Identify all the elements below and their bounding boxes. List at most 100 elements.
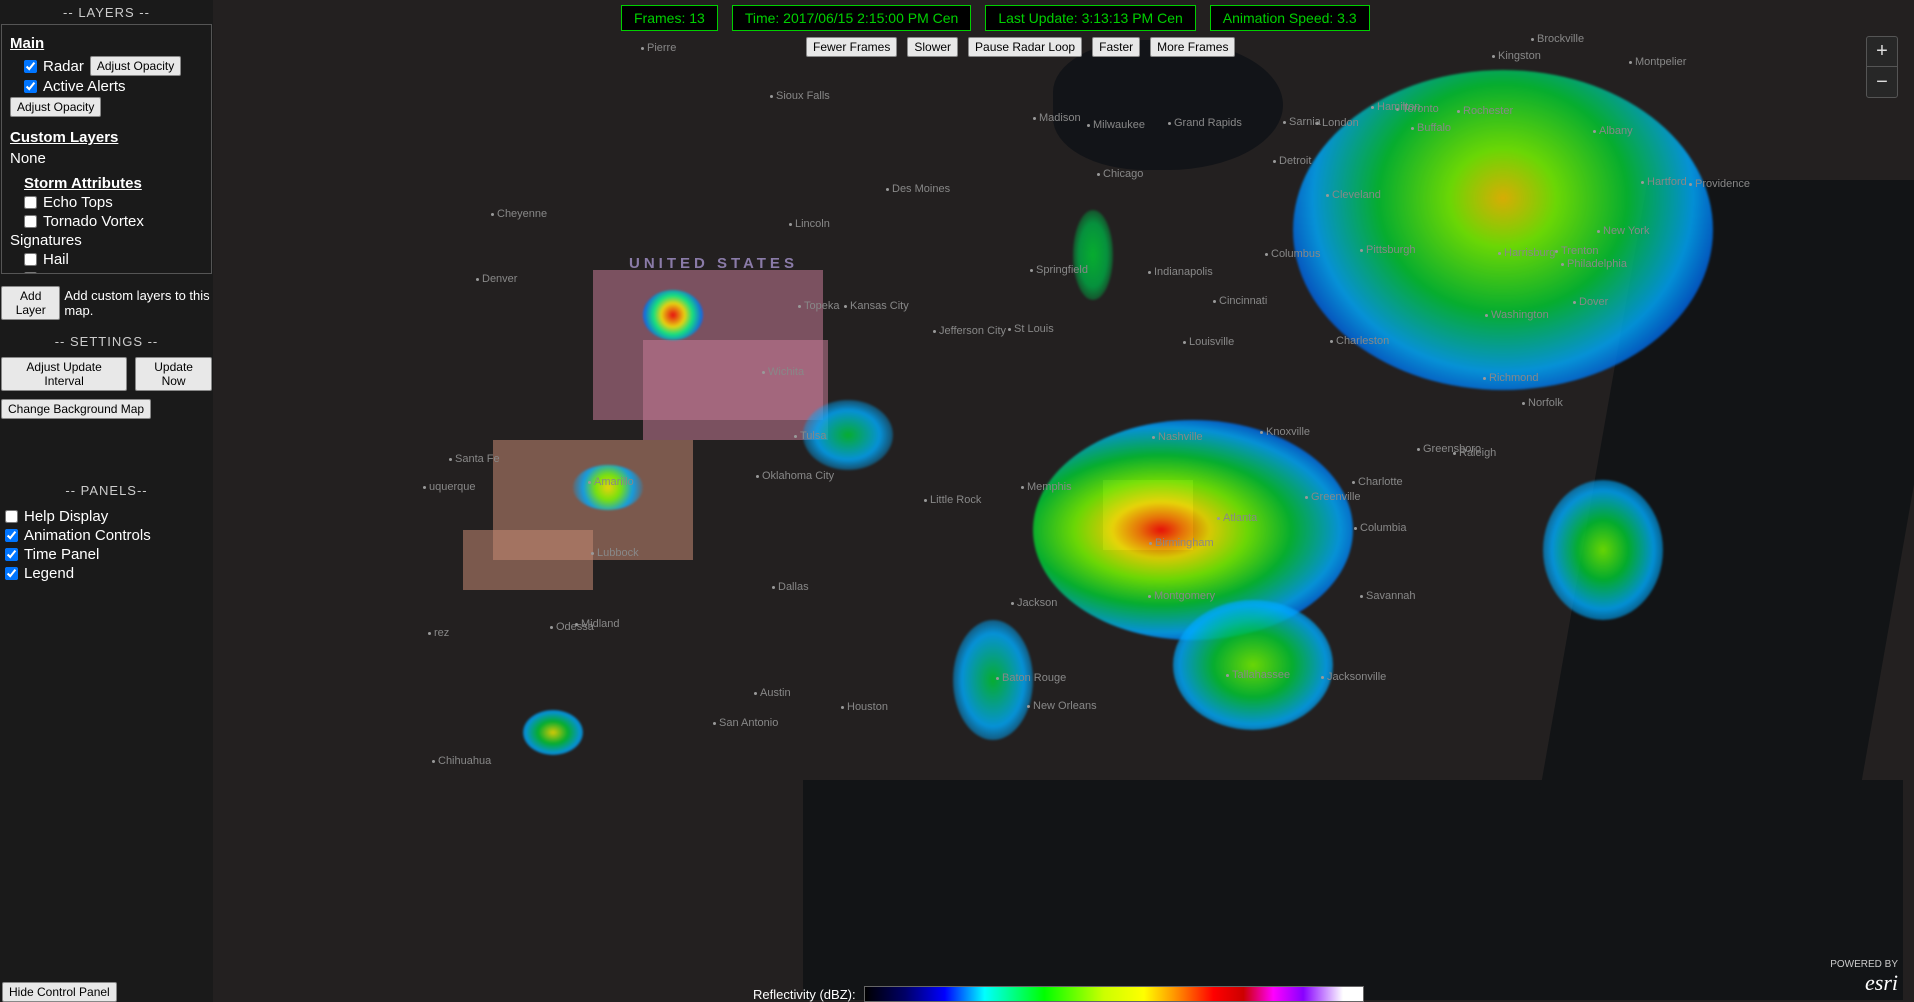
city-label: Jefferson City [933,325,1006,337]
city-label: Dallas [772,581,809,593]
radar-echo [643,290,703,340]
radar-echo [1543,480,1663,620]
city-label: Indianapolis [1148,266,1213,278]
city-label: Oklahoma City [756,470,834,482]
animation-controls-checkbox[interactable] [5,529,18,542]
legend-checkbox[interactable] [5,567,18,580]
active-alerts-label: Active Alerts [43,78,126,95]
city-label: Raleigh [1453,447,1496,459]
update-now-button[interactable]: Update Now [135,357,212,391]
last-update-status: Last Update: 3:13:13 PM Cen [985,5,1195,31]
slower-button[interactable]: Slower [907,37,958,57]
city-label: Montpelier [1629,56,1686,68]
alert-zone [1103,480,1193,550]
layers-panel-title: -- LAYERS -- [1,1,212,24]
alerts-opacity-button[interactable]: Adjust Opacity [10,97,101,117]
storms-label: Storms [43,270,91,274]
city-label: Jacksonville [1321,671,1386,683]
city-label: Providence [1689,178,1750,190]
city-label: Birmingham [1149,537,1214,549]
speed-status: Animation Speed: 3.3 [1210,5,1370,31]
hail-checkbox[interactable] [24,253,37,266]
city-label: Sioux Falls [770,90,830,102]
zoom-control: + − [1866,36,1898,98]
control-panel: -- LAYERS -- Main Radar Adjust Opacity A… [0,0,213,1002]
city-label: Detroit [1273,155,1311,167]
change-background-button[interactable]: Change Background Map [1,399,151,419]
city-label: Des Moines [886,183,950,195]
city-label: Knoxville [1260,426,1310,438]
map-canvas[interactable]: UNITED STATES PierreBrockvilleKingstonMo… [213,0,1914,1002]
radar-echo [803,400,893,470]
hide-control-panel-button[interactable]: Hide Control Panel [2,982,117,1002]
city-label: Pittsburgh [1360,244,1416,256]
radar-echo [953,620,1033,740]
city-label: Norfolk [1522,397,1563,409]
city-label: Springfield [1030,264,1088,276]
city-label: Greensboro [1417,443,1481,455]
radar-echo [523,710,583,755]
city-label: Columbus [1265,248,1321,260]
frames-status: Frames: 13 [621,5,718,31]
main-section: Main [10,35,203,52]
add-layer-text: Add custom layers to this map. [64,288,212,318]
radar-echo [1173,600,1333,730]
city-label: Nashville [1152,431,1203,443]
city-label: Baton Rouge [996,672,1066,684]
city-label: Philadelphia [1561,258,1627,270]
echo-tops-checkbox[interactable] [24,196,37,209]
settings-panel-title: -- SETTINGS -- [1,330,212,353]
radar-opacity-button[interactable]: Adjust Opacity [90,56,181,76]
city-label: Montgomery [1148,590,1215,602]
city-label: Jackson [1011,597,1057,609]
radar-checkbox[interactable] [24,60,37,73]
layers-list[interactable]: Main Radar Adjust Opacity Active Alerts … [1,24,212,274]
city-label: Harrisburg [1498,247,1555,259]
city-label: Austin [754,687,791,699]
city-label: Trenton [1555,245,1599,257]
alert-zone [643,340,828,440]
help-display-checkbox[interactable] [5,510,18,523]
signatures-label: Signatures [10,232,203,249]
zoom-out-button[interactable]: − [1867,67,1897,97]
city-label: Little Rock [924,494,981,506]
adjust-interval-button[interactable]: Adjust Update Interval [1,357,127,391]
more-frames-button[interactable]: More Frames [1150,37,1235,57]
city-label: London [1316,117,1359,129]
city-label: Santa Fe [449,453,500,465]
city-label: Richmond [1483,372,1539,384]
tornado-vortex-checkbox[interactable] [24,215,37,228]
reflectivity-legend: Reflectivity (dBZ): [753,986,1364,1002]
country-label: UNITED STATES [629,255,798,272]
faster-button[interactable]: Faster [1092,37,1140,57]
city-label: Washington [1485,309,1549,321]
animation-controls: Fewer Frames Slower Pause Radar Loop Fas… [806,37,1235,57]
pause-loop-button[interactable]: Pause Radar Loop [968,37,1082,57]
time-panel-label: Time Panel [24,546,99,563]
hail-label: Hail [43,251,69,268]
active-alerts-checkbox[interactable] [24,80,37,93]
city-label: Amarillo [588,476,634,488]
radar-label: Radar [43,58,84,75]
zoom-in-button[interactable]: + [1867,37,1897,67]
add-layer-button[interactable]: Add Layer [1,286,60,320]
city-label: Chihuahua [432,755,491,767]
city-label: Midland [575,618,620,630]
city-label: New York [1597,225,1649,237]
time-panel-checkbox[interactable] [5,548,18,561]
custom-layers-section: Custom Layers [10,129,203,146]
storm-attributes-section: Storm Attributes [24,175,203,192]
city-label: Dover [1573,296,1608,308]
city-label: Sarnia [1283,116,1321,128]
city-label: Charlotte [1352,476,1403,488]
city-label: Grand Rapids [1168,117,1242,129]
city-label: Lincoln [789,218,830,230]
city-label: Kansas City [844,300,909,312]
reflectivity-gradient [864,986,1364,1002]
tornado-vortex-label: Tornado Vortex [43,213,144,230]
storms-checkbox[interactable] [24,272,37,274]
fewer-frames-button[interactable]: Fewer Frames [806,37,897,57]
city-label: rez [428,627,449,639]
city-label: Odessa [550,621,594,633]
alert-zone [463,530,593,590]
